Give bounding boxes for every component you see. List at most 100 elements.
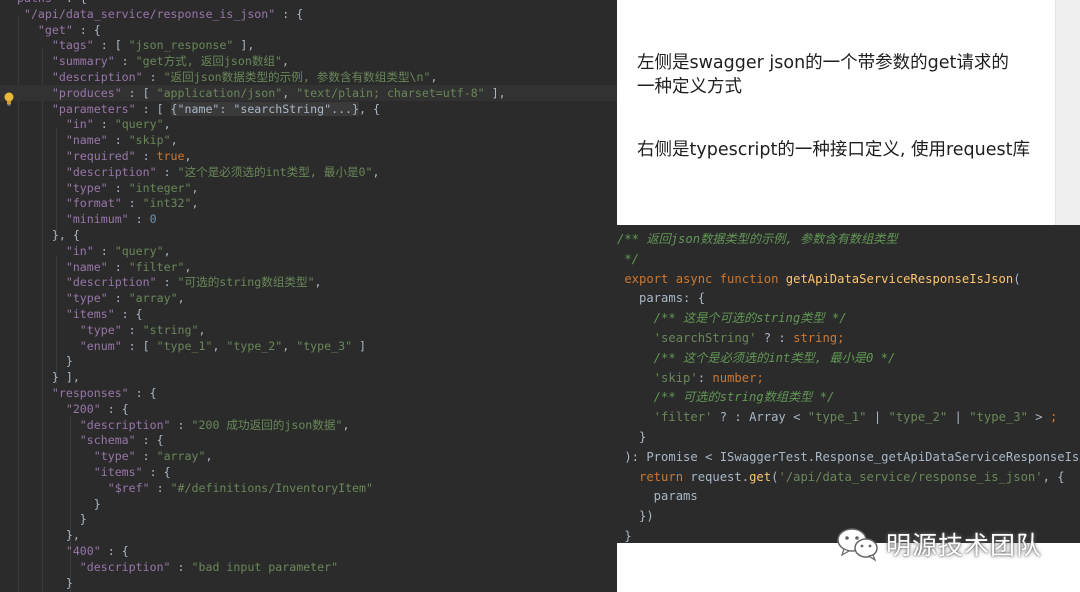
code-token: , [184, 149, 192, 163]
code-token: , [282, 54, 289, 69]
code-token: , [191, 180, 199, 195]
json-code-line: "description" : "返回json数据类型的示例, 参数含有数组类型… [0, 69, 617, 85]
code-token: "description" [10, 559, 171, 574]
code-token: "type" [10, 322, 122, 337]
code-token: : [93, 117, 115, 132]
code-token: "#/definitions/InventoryItem" [170, 480, 373, 495]
code-token: , { [359, 101, 380, 116]
code-token: "type_1" [807, 410, 867, 425]
code-token: } [10, 575, 73, 590]
code-token: , [170, 133, 178, 148]
code-token: "query" [114, 243, 164, 258]
json-code-line: "produces" : [ "application/json", "text… [0, 84, 617, 101]
json-code-line: "name" : "filter", [0, 259, 617, 275]
code-token: "schema" [10, 433, 136, 448]
json-code-line: "required" : true, [0, 148, 617, 164]
json-code-line: "enum" : [ "type_1", "type_2", "type_3" … [0, 338, 617, 354]
json-code-line: "parameters" : [ {"name": "searchString"… [0, 101, 617, 117]
code-token: "type_2" [226, 338, 283, 353]
ts-code-line: 'searchString' ? : string; [617, 328, 845, 348]
json-code-line: "$ref" : "#/definitions/InventoryItem" [0, 480, 617, 496]
code-token: "description" [10, 275, 157, 290]
code-token: "bad input parameter" [191, 559, 339, 574]
ts-code-line: /** 这个是必须选的int类型, 最小是0 */ [617, 348, 896, 368]
code-token: /** 这个是必须选的int类型, 最小是0 */ [617, 350, 896, 365]
scrollbar[interactable] [1055, 0, 1080, 225]
code-token: : { [275, 6, 304, 21]
watermark: 明源技术团队 [836, 524, 1042, 564]
code-token: "/api/data_service/response_is_json" [10, 6, 276, 21]
code-token: } ], [10, 370, 80, 385]
code-token: : [107, 133, 129, 148]
json-code-line: "in" : "query", [0, 243, 617, 259]
typescript-code-editor[interactable]: /** 返回json数据类型的示例, 参数含有数组类型 */ export as… [617, 225, 1080, 543]
ts-code-line: }) [617, 506, 654, 526]
code-token: : [ [121, 85, 157, 100]
json-code-line: "type" : "integer", [0, 180, 617, 196]
ts-code-line: ): Promise < ISwaggerTest.Response_getAp… [617, 447, 1080, 467]
code-token: "type" [10, 180, 108, 195]
json-code-line: "description" : "bad input parameter" [0, 559, 617, 575]
code-token: , [282, 85, 297, 100]
code-token: : [156, 164, 178, 179]
note-line-3: 右侧是typescript的一种接口定义, 使用request库 [637, 140, 1031, 160]
code-token[interactable]: {"name": "searchString"...} [170, 101, 360, 116]
code-token: "type_1" [156, 338, 213, 353]
code-token: "200" [10, 401, 101, 416]
code-token: : { [100, 544, 129, 558]
code-token: | [866, 410, 889, 425]
code-token: "type" [10, 449, 136, 464]
code-token: "items" [10, 465, 143, 479]
code-token: "format" [10, 196, 122, 211]
code-token: : [170, 417, 192, 432]
json-code-line: "name" : "skip", [0, 132, 617, 148]
code-token: "summary" [10, 54, 115, 69]
code-token: : [107, 291, 129, 306]
code-token: "int32" [142, 196, 192, 211]
json-code-editor[interactable]: "paths" : { "/api/data_service/response_… [0, 0, 617, 592]
code-token: get [749, 469, 772, 484]
wechat-icon [837, 528, 878, 562]
code-token: > [1027, 410, 1050, 425]
code-token: "filter" [128, 259, 185, 274]
code-token: 'skip' [617, 370, 698, 385]
json-code-line: "type" : "array", [0, 290, 617, 306]
json-code-line: "items" : { [0, 464, 617, 480]
json-code-line: }, [0, 527, 617, 543]
code-token: }, { [10, 228, 80, 242]
code-token: "type_3" [296, 338, 353, 353]
code-token: : [135, 149, 157, 163]
json-code-line: "format" : "int32", [0, 195, 617, 211]
code-token: : { [114, 307, 143, 321]
code-token: "in" [10, 243, 94, 258]
code-token: ; [837, 331, 845, 345]
code-token: "integer" [128, 180, 192, 195]
code-token: : { [72, 22, 101, 37]
watermark-text: 明源技术团队 [886, 531, 1043, 560]
code-token: getApiDataServiceResponseIsJson [785, 271, 1014, 286]
code-token: "200 成功返回的json数据" [191, 417, 343, 432]
code-token: : [107, 180, 129, 195]
json-code-line: "400" : { [0, 543, 617, 559]
code-token: "返回json数据类型的示例, 参数含有数组类型\n" [163, 70, 431, 84]
code-token: , { [1042, 469, 1065, 484]
code-token: : [ [93, 38, 129, 53]
code-token: : [ [121, 338, 157, 353]
lightbulb-icon[interactable] [3, 92, 15, 106]
json-code-line: } [0, 496, 617, 512]
code-token: : [121, 196, 143, 211]
json-code-line: "description" : "200 成功返回的json数据", [0, 417, 617, 433]
json-code-line: "tags" : [ "json_response" ], [0, 37, 617, 53]
json-code-line: "type" : "array", [0, 448, 617, 464]
code-token: } [10, 354, 73, 369]
code-token: "array" [156, 449, 206, 464]
code-token: ], [233, 38, 255, 53]
code-token: 'filter' [617, 410, 713, 425]
code-token: /** 返回json数据类型的示例, 参数含有数组类型 [617, 232, 898, 246]
code-token: , [163, 243, 171, 258]
json-code-line: "type" : "string", [0, 322, 617, 338]
code-token: "name" [10, 133, 108, 148]
code-token: "400" [10, 544, 101, 558]
ts-code-line: /** 这是个可选的string类型 */ [617, 308, 847, 328]
code-token: , [342, 417, 350, 432]
